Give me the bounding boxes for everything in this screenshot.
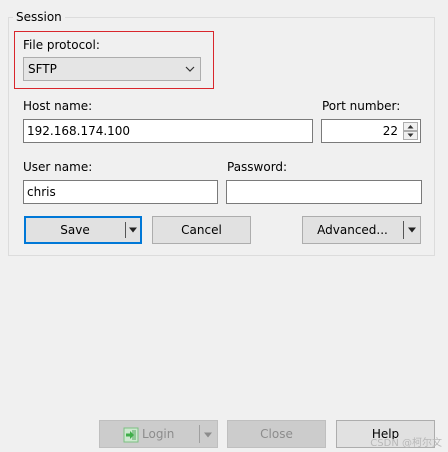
login-split-divider [199, 425, 200, 443]
file-protocol-label: File protocol: [23, 38, 100, 52]
watermark-text: CSDN @柯尔文 [370, 438, 442, 449]
user-name-value: chris [27, 185, 56, 199]
port-number-label: Port number: [322, 99, 401, 113]
host-name-label: Host name: [23, 99, 93, 113]
password-input[interactable] [226, 180, 422, 204]
advanced-button-label: Advanced... [317, 223, 388, 237]
save-button[interactable]: Save [24, 216, 142, 244]
port-number-input[interactable]: 22 [321, 119, 421, 143]
caret-down-icon[interactable] [127, 226, 139, 234]
login-icon [123, 427, 139, 443]
advanced-button[interactable]: Advanced... [302, 216, 421, 244]
caret-down-icon[interactable] [202, 431, 214, 439]
file-protocol-dropdown[interactable]: SFTP [23, 57, 201, 81]
session-group-title: Session [13, 9, 65, 25]
save-split-divider [125, 222, 126, 238]
caret-down-icon[interactable] [406, 226, 418, 234]
port-spin-up-button[interactable] [403, 122, 418, 131]
user-name-input[interactable]: chris [23, 180, 218, 204]
port-number-value: 22 [382, 124, 398, 138]
login-button[interactable]: Login [99, 420, 218, 448]
save-button-label: Save [60, 223, 90, 237]
host-name-input[interactable]: 192.168.174.100 [23, 119, 313, 143]
caret-down-icon [407, 133, 414, 137]
advanced-split-divider [403, 221, 404, 239]
chevron-down-icon [185, 66, 195, 72]
cancel-button[interactable]: Cancel [152, 216, 251, 244]
close-button[interactable]: Close [227, 420, 326, 448]
host-name-value: 192.168.174.100 [27, 124, 131, 138]
login-button-label: Login [142, 427, 175, 441]
user-name-label: User name: [23, 160, 93, 174]
caret-up-icon [407, 125, 414, 129]
port-spin-down-button[interactable] [403, 131, 418, 140]
password-label: Password: [227, 160, 288, 174]
file-protocol-value: SFTP [28, 62, 57, 76]
